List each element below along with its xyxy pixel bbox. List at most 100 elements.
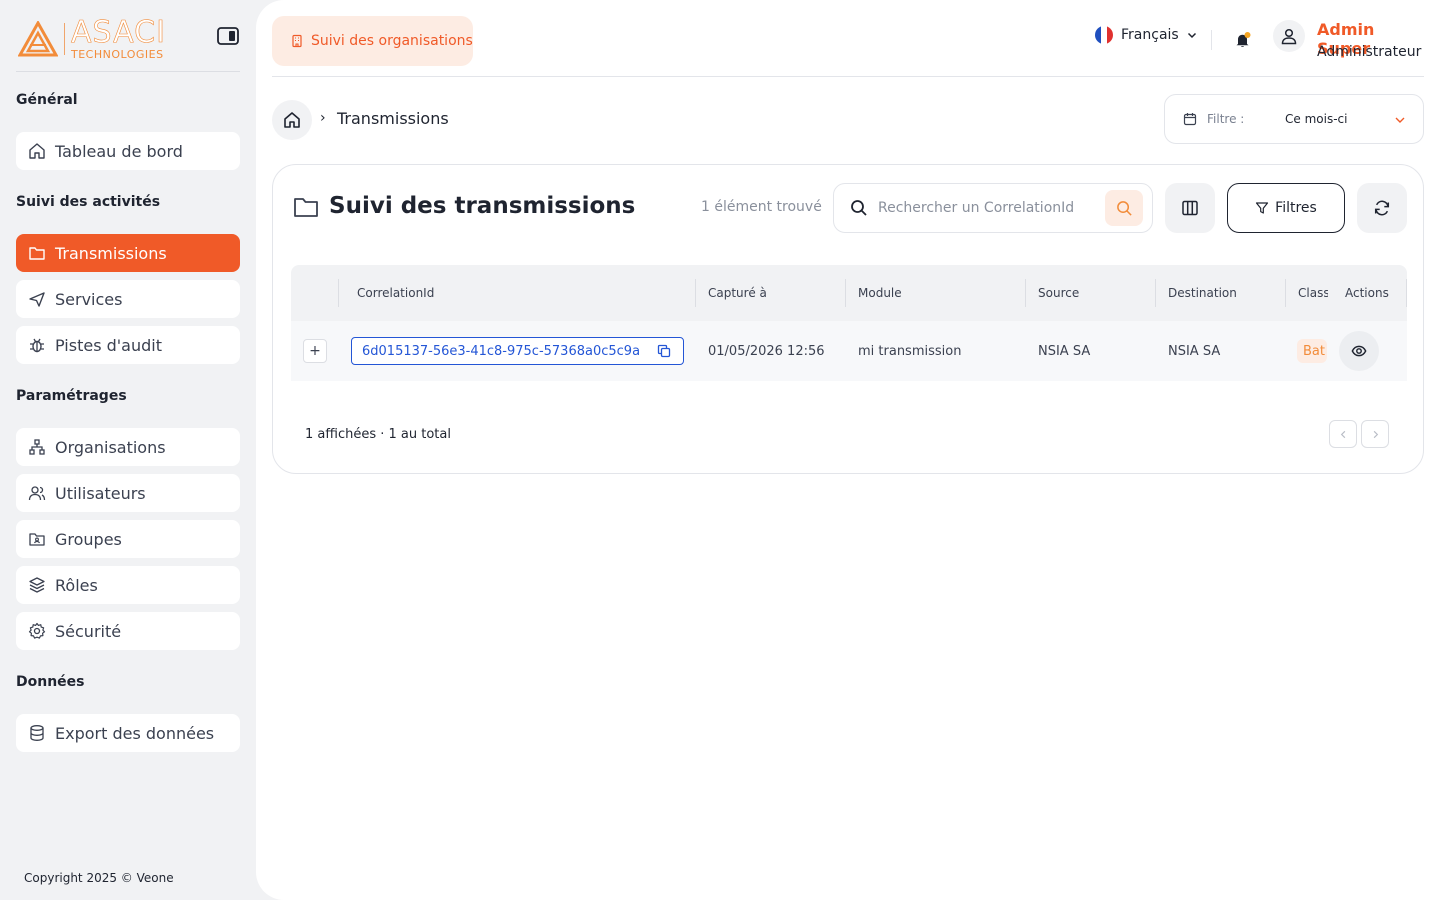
brand-tagline: TECHNOLOGIES — [71, 48, 164, 61]
column-header-destination[interactable]: Destination — [1156, 265, 1237, 321]
sidebar-item-data-export[interactable]: Export des données — [16, 714, 240, 752]
user-icon — [1281, 28, 1297, 45]
table-header: CorrelationId Capturé à Module Source De… — [291, 265, 1407, 321]
refresh-icon — [1374, 200, 1390, 216]
avatar[interactable] — [1273, 20, 1305, 52]
chevron-down-icon — [1187, 32, 1196, 39]
language-label: Français — [1121, 27, 1179, 43]
sidebar-item-label: Transmissions — [55, 243, 167, 263]
destination-cell: NSIA SA — [1168, 343, 1221, 359]
sidebar-item-label: Services — [55, 289, 123, 309]
transmissions-table: CorrelationId Capturé à Module Source De… — [291, 265, 1407, 381]
user-role: Administrateur — [1317, 44, 1422, 60]
home-icon — [28, 142, 46, 160]
sidebar-item-organisations[interactable]: Organisations — [16, 428, 240, 466]
breadcrumb-current: Transmissions — [337, 109, 449, 128]
chevron-down-icon — [1395, 117, 1405, 123]
column-header-module[interactable]: Module — [846, 265, 902, 321]
main-content: Suivi des organisations Français Admin S… — [256, 0, 1440, 900]
chevron-left-icon — [1340, 430, 1345, 438]
calendar-icon — [1183, 113, 1197, 126]
home-icon — [284, 112, 300, 128]
sidebar-toggle-icon[interactable] — [217, 27, 239, 45]
database-icon — [28, 724, 46, 742]
search-icon — [851, 200, 867, 216]
send-icon — [28, 290, 46, 308]
expand-row-button[interactable]: + — [303, 339, 327, 363]
search-input[interactable] — [878, 198, 1098, 218]
column-header-source[interactable]: Source — [1026, 265, 1079, 321]
sidebar-item-transmissions[interactable]: Transmissions — [16, 234, 240, 272]
sidebar-item-label: Export des données — [55, 723, 215, 743]
search-submit-button[interactable] — [1105, 190, 1143, 226]
chevron-right-icon — [1373, 430, 1378, 438]
logo-row: ASACI TECHNOLOGIES — [16, 15, 240, 72]
transmissions-card: Suivi des transmissions 1 élément trouvé… — [272, 164, 1424, 474]
folder-icon — [28, 244, 46, 262]
sidebar-item-label: Groupes — [55, 529, 122, 549]
copy-icon[interactable] — [657, 344, 671, 358]
section-title-settings: Paramétrages — [16, 388, 127, 404]
layers-icon — [28, 576, 46, 594]
period-filter-select[interactable]: Filtre : Ce mois-ci — [1164, 94, 1424, 144]
refresh-button[interactable] — [1357, 183, 1407, 233]
section-title-data: Données — [16, 674, 85, 690]
sidebar-item-dashboard[interactable]: Tableau de bord — [16, 132, 240, 170]
sidebar-item-label: Sécurité — [55, 621, 122, 641]
brand-mark-icon — [18, 21, 58, 57]
sidebar-item-services[interactable]: Services — [16, 280, 240, 318]
view-details-button[interactable] — [1339, 331, 1379, 371]
breadcrumb-home-button[interactable] — [272, 100, 312, 140]
column-header-actions: Actions — [1345, 286, 1389, 300]
correlation-id-chip[interactable]: 6d015137-56e3-41c8-975c-57368a0c5c9a — [351, 337, 684, 365]
previous-page-button[interactable] — [1329, 420, 1357, 448]
users-icon — [28, 484, 46, 502]
sidebar-item-security[interactable]: Sécurité — [16, 612, 240, 650]
filter-icon — [1255, 201, 1269, 215]
folder-icon — [294, 198, 318, 217]
sidebar-item-audit-trails[interactable]: Pistes d'audit — [16, 326, 240, 364]
eye-icon — [1351, 345, 1367, 357]
gear-icon — [28, 622, 46, 640]
filters-button[interactable]: Filtres — [1227, 183, 1345, 233]
page-title: Suivi des transmissions — [329, 193, 636, 219]
column-header-captured-at[interactable]: Capturé à — [696, 265, 767, 321]
section-title-activities: Suivi des activités — [16, 194, 161, 210]
org-tracking-link[interactable]: Suivi des organisations — [272, 16, 473, 66]
captured-at-cell: 01/05/2026 12:56 — [708, 343, 825, 359]
sidebar-item-label: Rôles — [55, 575, 98, 595]
module-cell: mi transmission — [858, 343, 962, 359]
sidebar-item-label: Utilisateurs — [55, 483, 146, 503]
results-count: 1 élément trouvé — [701, 199, 822, 215]
sidebar-item-label: Pistes d'audit — [55, 335, 162, 355]
topbar: Suivi des organisations Français Admin S… — [272, 0, 1424, 77]
columns-icon — [1182, 200, 1198, 216]
org-tracking-label: Suivi des organisations — [311, 33, 473, 49]
column-header-correlationid[interactable]: CorrelationId — [345, 265, 434, 321]
bell-icon[interactable] — [1234, 31, 1252, 49]
table-row: + 6d015137-56e3-41c8-975c-57368a0c5c9a 0… — [291, 321, 1407, 381]
columns-toggle-button[interactable] — [1165, 183, 1215, 233]
sidebar-item-label: Tableau de bord — [55, 141, 183, 161]
source-cell: NSIA SA — [1038, 343, 1091, 359]
org-chart-icon — [28, 438, 46, 456]
period-filter-label: Filtre : — [1207, 112, 1245, 126]
breadcrumb-separator: › — [320, 110, 326, 126]
brand-logo[interactable]: ASACI TECHNOLOGIES — [18, 15, 166, 61]
next-page-button[interactable] — [1361, 420, 1389, 448]
period-filter-value: Ce mois-ci — [1285, 112, 1348, 126]
sidebar-item-groups[interactable]: Groupes — [16, 520, 240, 558]
sidebar-item-users[interactable]: Utilisateurs — [16, 474, 240, 512]
pagination-summary: 1 affichées · 1 au total — [305, 427, 451, 442]
sidebar: ASACI TECHNOLOGIES Général Tableau de bo… — [0, 0, 256, 900]
brand-name: ASACI — [71, 15, 166, 50]
search-icon — [1116, 200, 1132, 216]
sidebar-item-roles[interactable]: Rôles — [16, 566, 240, 604]
copyright: Copyright 2025 © Veone — [24, 871, 174, 885]
column-header-class[interactable]: Class — [1286, 265, 1328, 321]
search-box — [833, 183, 1153, 233]
language-selector[interactable]: Français — [1095, 26, 1198, 44]
filters-label: Filtres — [1275, 200, 1317, 216]
folder-group-icon — [28, 530, 46, 548]
section-title-general: Général — [16, 92, 78, 108]
